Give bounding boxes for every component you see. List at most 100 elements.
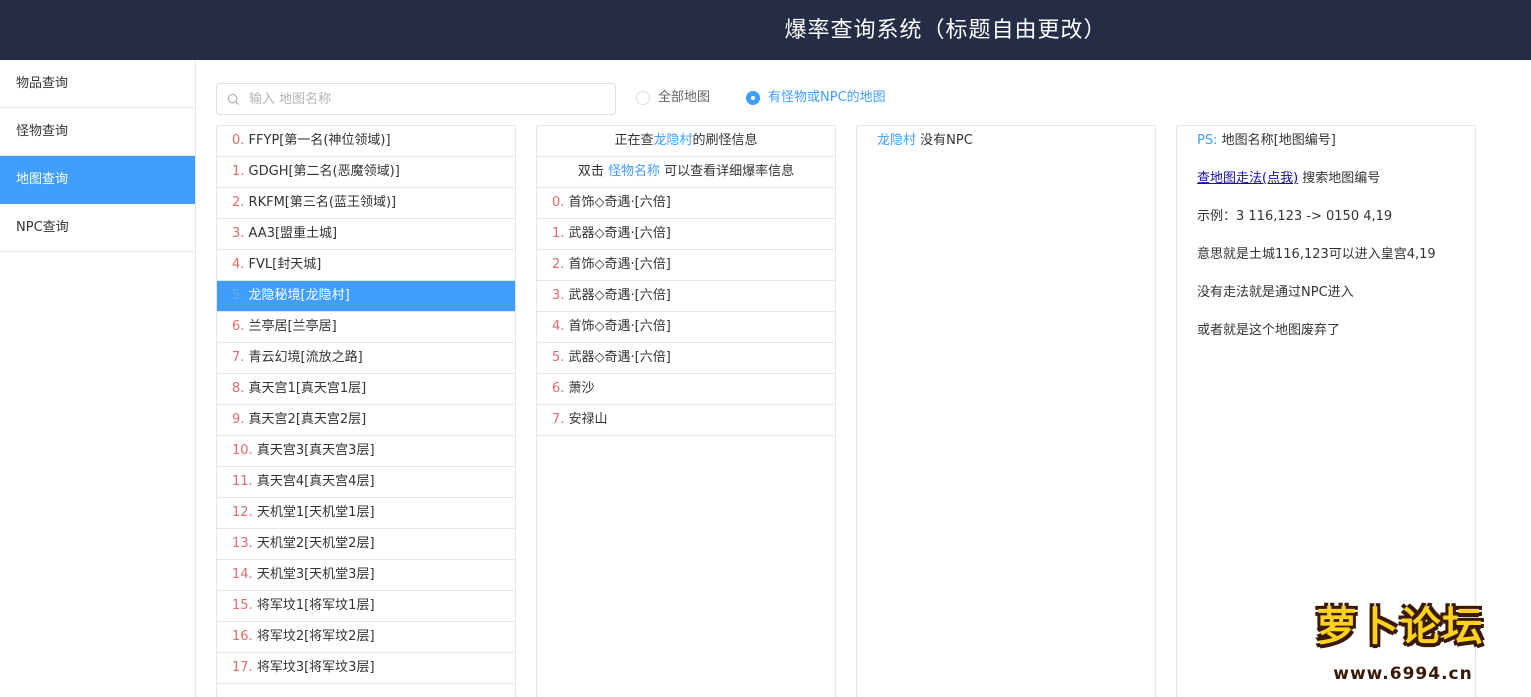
route-lookup-link[interactable]: 查地图走法(点我): [1197, 171, 1298, 186]
item-index: 3.: [552, 288, 565, 303]
item-index: 0.: [232, 133, 245, 148]
item-name: FFYP[第一名(神位领域)]: [248, 133, 391, 148]
npc-text: 没有NPC: [920, 133, 973, 148]
list-item[interactable]: 7. 青云幻境[流放之路]: [217, 343, 515, 374]
list-item[interactable]: 3. AA3[盟重土城]: [217, 219, 515, 250]
item-name: RKFM[第三名(蓝王领域)]: [248, 195, 397, 210]
list-item[interactable]: 0. FFYP[第一名(神位领域)]: [217, 126, 515, 157]
item-name: GDGH[第二名(恶魔领域)]: [248, 164, 400, 179]
search-icon: [227, 93, 240, 106]
list-item[interactable]: 11. 真天宫4[真天宫4层]: [217, 467, 515, 498]
list-item[interactable]: 3. 武器◇奇遇·[六倍]: [537, 281, 835, 312]
list-item[interactable]: 1. GDGH[第二名(恶魔领域)]: [217, 157, 515, 188]
monster-list-panel: 正在查龙隐村的刷怪信息 双击 怪物名称 可以查看详细爆率信息 0. 首饰◇奇遇·…: [536, 125, 836, 697]
list-item[interactable]: 2. 首饰◇奇遇·[六倍]: [537, 250, 835, 281]
item-name: 真天宫4[真天宫4层]: [256, 474, 375, 489]
list-item[interactable]: 5. 龙隐秘境[龙隐村]: [217, 281, 515, 312]
route-line: 查地图走法(点我) 搜索地图编号: [1177, 164, 1475, 202]
list-item[interactable]: 17. 将军坟3[将军坟3层]: [217, 653, 515, 684]
item-name: 天机堂2[天机堂2层]: [256, 536, 375, 551]
watermark-logo-text: 萝卜论坛: [1316, 604, 1485, 650]
list-item[interactable]: 15. 将军坟1[将军坟1层]: [217, 591, 515, 622]
list-item[interactable]: 16. 将军坟2[将军坟2层]: [217, 622, 515, 653]
list-item[interactable]: 2. RKFM[第三名(蓝王领域)]: [217, 188, 515, 219]
item-index: 9.: [232, 412, 245, 427]
npc-panel: 龙隐村 没有NPC: [856, 125, 1156, 697]
item-name: FVL[封天城]: [248, 257, 322, 272]
radio-circle: [636, 91, 650, 105]
item-index: 11.: [232, 474, 253, 489]
item-name: 安禄山: [568, 412, 608, 427]
list-item[interactable]: 4. FVL[封天城]: [217, 250, 515, 281]
sidebar-item-item-query[interactable]: 物品查询: [0, 60, 195, 108]
list-item[interactable]: 6. 萧沙: [537, 374, 835, 405]
sidebar-item-map-query[interactable]: 地图查询: [0, 156, 195, 204]
list-item[interactable]: 14. 天机堂3[天机堂3层]: [217, 560, 515, 591]
map-list-panel: 0. FFYP[第一名(神位领域)] 1. GDGH[第二名(恶魔领域)] 2. R…: [216, 125, 516, 697]
item-index: 16.: [232, 629, 253, 644]
no-route-line: 没有走法就是通过NPC进入: [1197, 285, 1354, 300]
hint-monster-name: 怪物名称: [607, 164, 660, 179]
current-map-name: 龙隐村: [653, 133, 693, 148]
item-name: 首饰◇奇遇·[六倍]: [568, 257, 671, 272]
map-search-input[interactable]: [249, 84, 609, 114]
monster-list: 0. 首饰◇奇遇·[六倍] 1. 武器◇奇遇·[六倍] 2. 首饰◇奇遇·[六倍] 3…: [537, 188, 835, 436]
item-name: 首饰◇奇遇·[六倍]: [568, 319, 671, 334]
ps-label: PS:: [1197, 133, 1218, 148]
item-index: 7.: [232, 350, 245, 365]
item-name: 将军坟3[将军坟3层]: [256, 660, 375, 675]
npc-info: 龙隐村 没有NPC: [857, 126, 1155, 156]
header-prefix: 正在查: [614, 133, 654, 148]
item-index: 12.: [232, 505, 253, 520]
item-index: 1.: [552, 226, 565, 241]
sidebar-item-npc-query[interactable]: NPC查询: [0, 204, 195, 252]
list-item[interactable]: 8. 真天宫1[真天宫1层]: [217, 374, 515, 405]
item-index: 0.: [552, 195, 565, 210]
item-index: 5.: [232, 288, 245, 303]
radio-label: 有怪物或NPC的地图: [768, 90, 886, 105]
item-name: 萧沙: [568, 381, 595, 396]
item-name: 首饰◇奇遇·[六倍]: [568, 195, 671, 210]
app-header: 爆率查询系统（标题自由更改）: [0, 0, 1531, 60]
item-name: 龙隐秘境[龙隐村]: [248, 288, 350, 303]
map-search-box: [216, 83, 616, 115]
ps-text: 地图名称[地图编号]: [1221, 133, 1336, 148]
map-list: 0. FFYP[第一名(神位领域)] 1. GDGH[第二名(恶魔领域)] 2. R…: [217, 126, 515, 684]
item-index: 17.: [232, 660, 253, 675]
item-name: 兰亭居[兰亭居]: [248, 319, 337, 334]
item-name: 真天宫3[真天宫3层]: [256, 443, 375, 458]
item-index: 4.: [552, 319, 565, 334]
item-name: 武器◇奇遇·[六倍]: [568, 288, 671, 303]
sidebar: 物品查询 怪物查询 地图查询 NPC查询: [0, 60, 196, 697]
item-index: 6.: [552, 381, 565, 396]
list-item[interactable]: 7. 安禄山: [537, 405, 835, 436]
item-name: 真天宫2[真天宫2层]: [248, 412, 367, 427]
item-index: 5.: [552, 350, 565, 365]
hint-prefix: 双击: [577, 164, 604, 179]
list-item[interactable]: 6. 兰亭居[兰亭居]: [217, 312, 515, 343]
item-name: 天机堂3[天机堂3层]: [256, 567, 375, 582]
item-name: 真天宫1[真天宫1层]: [248, 381, 367, 396]
item-index: 13.: [232, 536, 253, 551]
list-item[interactable]: 10. 真天宫3[真天宫3层]: [217, 436, 515, 467]
npc-map-name[interactable]: 龙隐村: [877, 133, 916, 148]
watermark-url: www.6994.cn: [1333, 664, 1473, 684]
item-name: 天机堂1[天机堂1层]: [256, 505, 375, 520]
item-index: 8.: [232, 381, 245, 396]
list-item[interactable]: 0. 首饰◇奇遇·[六倍]: [537, 188, 835, 219]
list-item[interactable]: 12. 天机堂1[天机堂1层]: [217, 498, 515, 529]
list-item[interactable]: 4. 首饰◇奇遇·[六倍]: [537, 312, 835, 343]
list-item[interactable]: 1. 武器◇奇遇·[六倍]: [537, 219, 835, 250]
list-item[interactable]: 13. 天机堂2[天机堂2层]: [217, 529, 515, 560]
item-index: 14.: [232, 567, 253, 582]
filter-all-maps-radio[interactable]: 全部地图: [636, 88, 726, 108]
sidebar-item-monster-query[interactable]: 怪物查询: [0, 108, 195, 156]
list-item[interactable]: 5. 武器◇奇遇·[六倍]: [537, 343, 835, 374]
monster-panel-hint: 双击 怪物名称 可以查看详细爆率信息: [537, 157, 835, 188]
filter-maps-with-monsters-radio[interactable]: 有怪物或NPC的地图: [746, 88, 906, 108]
radio-circle-checked: [746, 91, 760, 105]
item-index: 7.: [552, 412, 565, 427]
item-index: 3.: [232, 226, 245, 241]
list-item[interactable]: 9. 真天宫2[真天宫2层]: [217, 405, 515, 436]
ps-line: PS: 地图名称[地图编号]: [1177, 126, 1475, 164]
